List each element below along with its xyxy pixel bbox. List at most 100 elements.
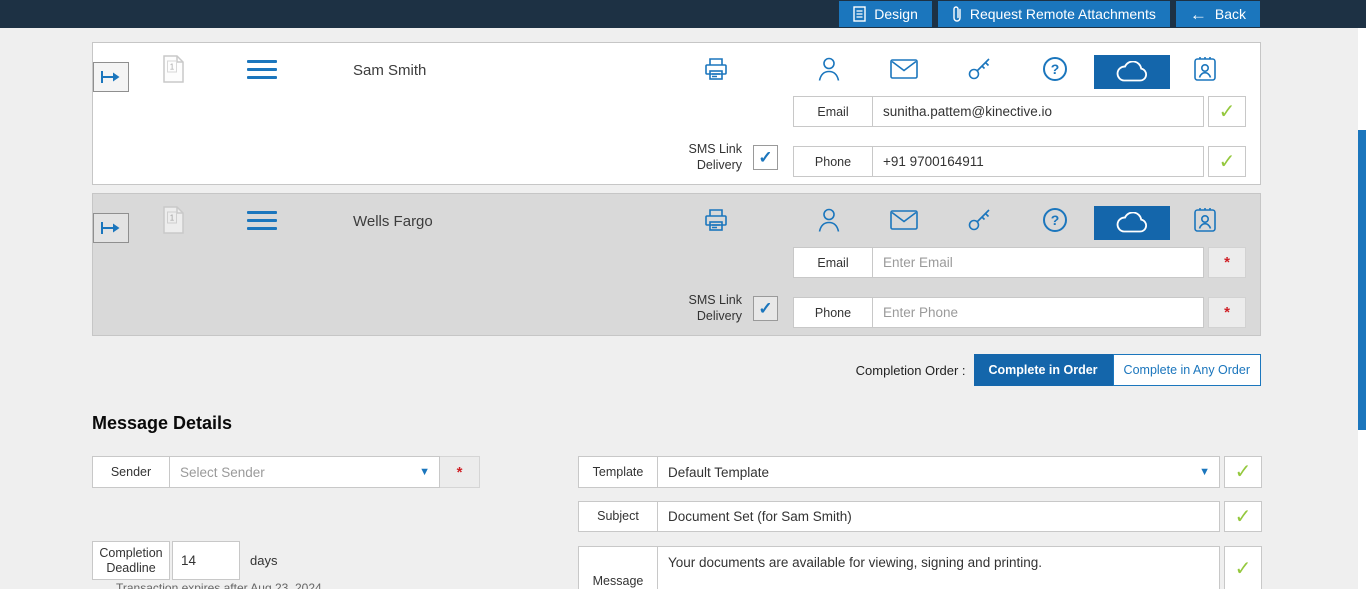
valid-check-icon: ✓ — [1235, 462, 1252, 482]
phone-field-row: Phone ✓ — [793, 146, 1246, 177]
completion-order-label: Completion Order : — [856, 363, 966, 378]
sms-link-delivery-checkbox[interactable]: ✓ — [753, 296, 778, 321]
phone-input[interactable] — [873, 297, 1204, 328]
chevron-down-icon: ▼ — [419, 466, 430, 478]
challenge-question-icon[interactable]: ? — [1043, 57, 1067, 81]
design-button-label: Design — [874, 6, 918, 22]
authentication-key-icon[interactable] — [966, 207, 992, 233]
phone-label: Phone — [793, 146, 873, 177]
print-icon[interactable] — [703, 207, 729, 233]
email-valid-slot: ✓ — [1208, 96, 1246, 127]
completion-deadline-row: Completion Deadline days — [92, 541, 277, 580]
svg-text:1: 1 — [170, 214, 175, 223]
authentication-key-icon[interactable] — [966, 56, 992, 82]
valid-check-icon: ✓ — [1235, 559, 1252, 579]
email-delivery-icon[interactable] — [890, 59, 918, 79]
subject-row: Subject ✓ — [578, 501, 1262, 532]
email-field-row: Email * — [793, 247, 1246, 278]
email-label: Email — [793, 247, 873, 278]
recipient-row: 1 Sam Smith ? Email ✓ — [92, 42, 1261, 185]
challenge-question-icon[interactable]: ? — [1043, 208, 1067, 232]
checkbox-check-icon: ✓ — [758, 149, 772, 166]
back-button-label: Back — [1215, 6, 1246, 22]
required-asterisk-icon: * — [1224, 255, 1230, 270]
send-arrow-button[interactable] — [93, 213, 129, 243]
template-row: Template Default Template ▼ ✓ — [578, 456, 1262, 488]
drag-handle-icon[interactable] — [247, 211, 277, 235]
esign-send-page: Design Request Remote Attachments ← Back… — [0, 0, 1366, 589]
remote-delivery-icon[interactable] — [1094, 206, 1170, 240]
deadline-unit-label: days — [250, 553, 277, 568]
paperclip-icon — [952, 5, 962, 23]
send-arrow-icon — [100, 70, 122, 84]
phone-input[interactable] — [873, 146, 1204, 177]
in-person-signer-icon[interactable] — [817, 207, 841, 233]
valid-check-icon: ✓ — [1219, 152, 1236, 172]
subject-valid-slot: ✓ — [1224, 501, 1262, 532]
back-arrow-icon: ← — [1190, 6, 1207, 23]
sender-label: Sender — [92, 456, 170, 488]
email-required-slot: * — [1208, 247, 1246, 278]
completion-order-bar: Completion Order : Complete in Order Com… — [92, 354, 1261, 386]
subject-label: Subject — [578, 501, 658, 532]
email-delivery-icon[interactable] — [890, 210, 918, 230]
checkbox-check-icon: ✓ — [758, 300, 772, 317]
phone-label: Phone — [793, 297, 873, 328]
phone-valid-slot: ✓ — [1208, 146, 1246, 177]
completion-deadline-input[interactable] — [172, 541, 240, 580]
subject-input[interactable] — [658, 501, 1220, 532]
print-icon[interactable] — [703, 56, 729, 82]
email-field-row: Email ✓ — [793, 96, 1246, 127]
contact-book-icon[interactable] — [1193, 207, 1217, 233]
valid-check-icon: ✓ — [1235, 507, 1252, 527]
question-mark-icon: ? — [1043, 57, 1067, 81]
valid-check-icon: ✓ — [1219, 102, 1236, 122]
top-bar: Design Request Remote Attachments ← Back — [0, 0, 1366, 28]
request-remote-attachments-label: Request Remote Attachments — [970, 6, 1156, 22]
send-arrow-button[interactable] — [93, 62, 129, 92]
message-details-title: Message Details — [92, 413, 232, 434]
email-label: Email — [793, 96, 873, 127]
recipient-name: Sam Smith — [353, 62, 426, 79]
design-button[interactable]: Design — [839, 1, 932, 27]
message-valid-slot: ✓ — [1224, 546, 1262, 589]
sender-required-slot: * — [440, 456, 480, 488]
sender-select[interactable]: Select Sender ▼ — [170, 456, 440, 488]
sms-link-delivery-checkbox[interactable]: ✓ — [753, 145, 778, 170]
chevron-down-icon: ▼ — [1199, 466, 1210, 478]
phone-required-slot: * — [1208, 297, 1246, 328]
template-label: Template — [578, 456, 658, 488]
complete-in-any-order-button[interactable]: Complete in Any Order — [1113, 354, 1261, 386]
recipient-name: Wells Fargo — [353, 213, 433, 230]
email-input[interactable] — [873, 96, 1204, 127]
in-person-signer-icon[interactable] — [817, 56, 841, 82]
sms-link-delivery-label: SMS Link Delivery — [666, 292, 742, 324]
question-mark-icon: ? — [1043, 208, 1067, 232]
drag-handle-icon[interactable] — [247, 60, 277, 84]
sender-row: Sender Select Sender ▼ * — [92, 456, 480, 488]
svg-text:1: 1 — [170, 63, 175, 72]
complete-in-order-button[interactable]: Complete in Order — [974, 354, 1113, 386]
contact-book-icon[interactable] — [1193, 56, 1217, 82]
send-arrow-icon — [100, 221, 122, 235]
back-button[interactable]: ← Back — [1176, 1, 1260, 27]
email-input[interactable] — [873, 247, 1204, 278]
scrollbar-thumb[interactable] — [1358, 130, 1366, 430]
sender-select-value: Select Sender — [180, 465, 265, 480]
completion-deadline-label: Completion Deadline — [92, 541, 170, 580]
remote-delivery-icon[interactable] — [1094, 55, 1170, 89]
recipient-row: 1 Wells Fargo ? Email — [92, 193, 1261, 336]
document-page-icon: 1 — [161, 206, 185, 234]
message-label: Message — [578, 546, 658, 589]
template-select[interactable]: Default Template ▼ — [658, 456, 1220, 488]
sms-link-delivery-label: SMS Link Delivery — [666, 141, 742, 173]
required-asterisk-icon: * — [457, 465, 463, 480]
message-textarea[interactable]: Your documents are available for viewing… — [658, 546, 1220, 589]
expiry-note: Transaction expires after Aug 23, 2024 — [116, 581, 322, 589]
template-valid-slot: ✓ — [1224, 456, 1262, 488]
request-remote-attachments-button[interactable]: Request Remote Attachments — [938, 1, 1170, 27]
document-page-icon: 1 — [161, 55, 185, 83]
message-row: Message Your documents are available for… — [578, 546, 1262, 589]
design-icon — [853, 6, 866, 22]
phone-field-row: Phone * — [793, 297, 1246, 328]
